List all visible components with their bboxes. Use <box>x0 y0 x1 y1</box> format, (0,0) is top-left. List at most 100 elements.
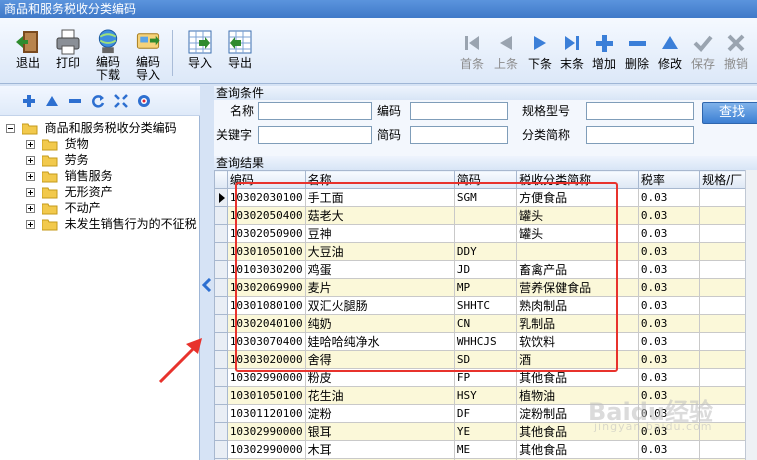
code-input[interactable] <box>410 102 508 120</box>
cell-short-code[interactable] <box>453 206 518 225</box>
expand-all-icon[interactable] <box>114 94 128 108</box>
row-indicator[interactable] <box>214 368 228 387</box>
table-row[interactable]: 10301080100 双汇火腿肠 SHHTC 熟肉制品 0.03 <box>214 296 757 315</box>
cell-short-code[interactable]: SGM <box>453 188 518 207</box>
cell-category[interactable]: 罐头 <box>516 206 639 225</box>
row-indicator[interactable] <box>214 278 228 297</box>
cell-short-code[interactable]: YE <box>453 422 518 441</box>
cell-category[interactable]: 罐头 <box>516 224 639 243</box>
cell-tax-rate[interactable]: 0.03 <box>637 242 701 261</box>
cell-tax-rate[interactable]: 0.03 <box>637 440 701 459</box>
column-header-category[interactable]: 税收分类简称 <box>516 170 639 189</box>
cell-code[interactable]: 10302069900 <box>226 278 306 297</box>
row-indicator[interactable] <box>214 440 228 459</box>
cell-short-code[interactable]: SHHTC <box>453 296 518 315</box>
cell-tax-rate[interactable]: 0.03 <box>637 188 701 207</box>
row-indicator[interactable] <box>214 188 228 207</box>
cell-name[interactable]: 舍得 <box>304 350 455 369</box>
short-code-input[interactable] <box>410 126 508 144</box>
tree-item-goods[interactable]: 货物 <box>6 136 197 152</box>
row-indicator[interactable] <box>214 314 228 333</box>
table-row[interactable]: 10303020000 舍得 SD 酒 0.03 <box>214 350 757 369</box>
column-header-tax-rate[interactable]: 税率 <box>637 170 701 189</box>
cell-tax-rate[interactable]: 0.03 <box>637 296 701 315</box>
tree-item-labor[interactable]: 劳务 <box>6 152 197 168</box>
cell-code[interactable]: 10301120100 <box>226 404 306 423</box>
cell-name[interactable]: 菇老大 <box>304 206 455 225</box>
move-up-icon[interactable] <box>45 94 59 108</box>
expand-toggle[interactable] <box>26 204 35 213</box>
cell-name[interactable]: 花生油 <box>304 386 455 405</box>
cell-category[interactable]: 熟肉制品 <box>516 296 639 315</box>
table-row[interactable]: 10301050100 花生油 HSY 植物油 0.03 <box>214 386 757 405</box>
cell-name[interactable]: 纯奶 <box>304 314 455 333</box>
cell-short-code[interactable]: JD <box>453 260 518 279</box>
cell-tax-rate[interactable]: 0.03 <box>637 404 701 423</box>
pane-splitter[interactable] <box>200 86 214 460</box>
cell-tax-rate[interactable]: 0.03 <box>637 314 701 333</box>
cell-name[interactable]: 大豆油 <box>304 242 455 261</box>
cell-code[interactable]: 10302050400 <box>226 206 306 225</box>
cell-category[interactable]: 软饮料 <box>516 332 639 351</box>
cancel-button[interactable]: 撤销 <box>716 28 756 82</box>
cell-code[interactable]: 10103030200 <box>226 260 306 279</box>
cell-category[interactable]: 植物油 <box>516 386 639 405</box>
cell-name[interactable]: 手工面 <box>304 188 455 207</box>
cell-name[interactable]: 麦片 <box>304 278 455 297</box>
cell-tax-rate[interactable]: 0.03 <box>637 368 701 387</box>
cell-short-code[interactable]: DF <box>453 404 518 423</box>
cell-tax-rate[interactable]: 0.03 <box>637 350 701 369</box>
cell-name[interactable]: 粉皮 <box>304 368 455 387</box>
cell-short-code[interactable]: CN <box>453 314 518 333</box>
column-header-name[interactable]: 名称 <box>304 170 455 189</box>
tree-item-non-taxable[interactable]: 未发生销售行为的不征税 <box>6 216 197 232</box>
cell-short-code[interactable]: MP <box>453 278 518 297</box>
cell-category[interactable] <box>516 242 639 261</box>
export-button[interactable]: 导出 <box>220 28 260 82</box>
cell-code[interactable]: 10302030100 <box>226 188 306 207</box>
cell-code[interactable]: 10302990000 <box>226 440 306 459</box>
cell-name[interactable]: 豆神 <box>304 224 455 243</box>
name-input[interactable] <box>258 102 372 120</box>
cell-code[interactable]: 10301050100 <box>226 386 306 405</box>
add-node-icon[interactable] <box>22 94 36 108</box>
print-button[interactable]: 打印 <box>48 28 88 82</box>
row-indicator[interactable] <box>214 224 228 243</box>
row-indicator[interactable] <box>214 350 228 369</box>
row-indicator[interactable] <box>214 206 228 225</box>
table-row[interactable]: 10302050400 菇老大 罐头 0.03 <box>214 206 757 225</box>
cell-tax-rate[interactable]: 0.03 <box>637 332 701 351</box>
refresh-icon[interactable] <box>91 94 105 108</box>
category-short-input[interactable] <box>586 126 694 144</box>
cell-short-code[interactable]: HSY <box>453 386 518 405</box>
cell-name[interactable]: 双汇火腿肠 <box>304 296 455 315</box>
cell-name[interactable]: 淀粉 <box>304 404 455 423</box>
table-row[interactable]: 10301120100 淀粉 DF 淀粉制品 0.03 <box>214 404 757 423</box>
row-indicator[interactable] <box>214 422 228 441</box>
cell-category[interactable]: 营养保健食品 <box>516 278 639 297</box>
row-indicator[interactable] <box>214 296 228 315</box>
expand-toggle[interactable] <box>26 156 35 165</box>
cell-tax-rate[interactable]: 0.03 <box>637 206 701 225</box>
column-header-code[interactable]: 编码 <box>226 170 306 189</box>
row-indicator[interactable] <box>214 242 228 261</box>
cell-name[interactable]: 木耳 <box>304 440 455 459</box>
cell-category[interactable]: 其他食品 <box>516 422 639 441</box>
tree-item-sales-services[interactable]: 销售服务 <box>6 168 197 184</box>
table-row[interactable]: 10302069900 麦片 MP 营养保健食品 0.03 <box>214 278 757 297</box>
table-row[interactable]: 10302030100 手工面 SGM 方便食品 0.03 <box>214 188 757 207</box>
code-import-button[interactable]: 编码 导入 <box>128 28 168 82</box>
target-icon[interactable] <box>137 94 151 108</box>
table-row[interactable]: 10301050100 大豆油 DDY 0.03 <box>214 242 757 261</box>
expand-toggle[interactable] <box>26 140 35 149</box>
expand-toggle[interactable] <box>26 172 35 181</box>
cell-code[interactable]: 10302990000 <box>226 422 306 441</box>
remove-node-icon[interactable] <box>68 94 82 108</box>
row-indicator[interactable] <box>214 404 228 423</box>
cell-category[interactable]: 乳制品 <box>516 314 639 333</box>
expand-toggle[interactable] <box>26 220 35 229</box>
cell-short-code[interactable]: FP <box>453 368 518 387</box>
table-row[interactable]: 10302990000 粉皮 FP 其他食品 0.03 <box>214 368 757 387</box>
cell-code[interactable]: 10302040100 <box>226 314 306 333</box>
row-indicator[interactable] <box>214 386 228 405</box>
